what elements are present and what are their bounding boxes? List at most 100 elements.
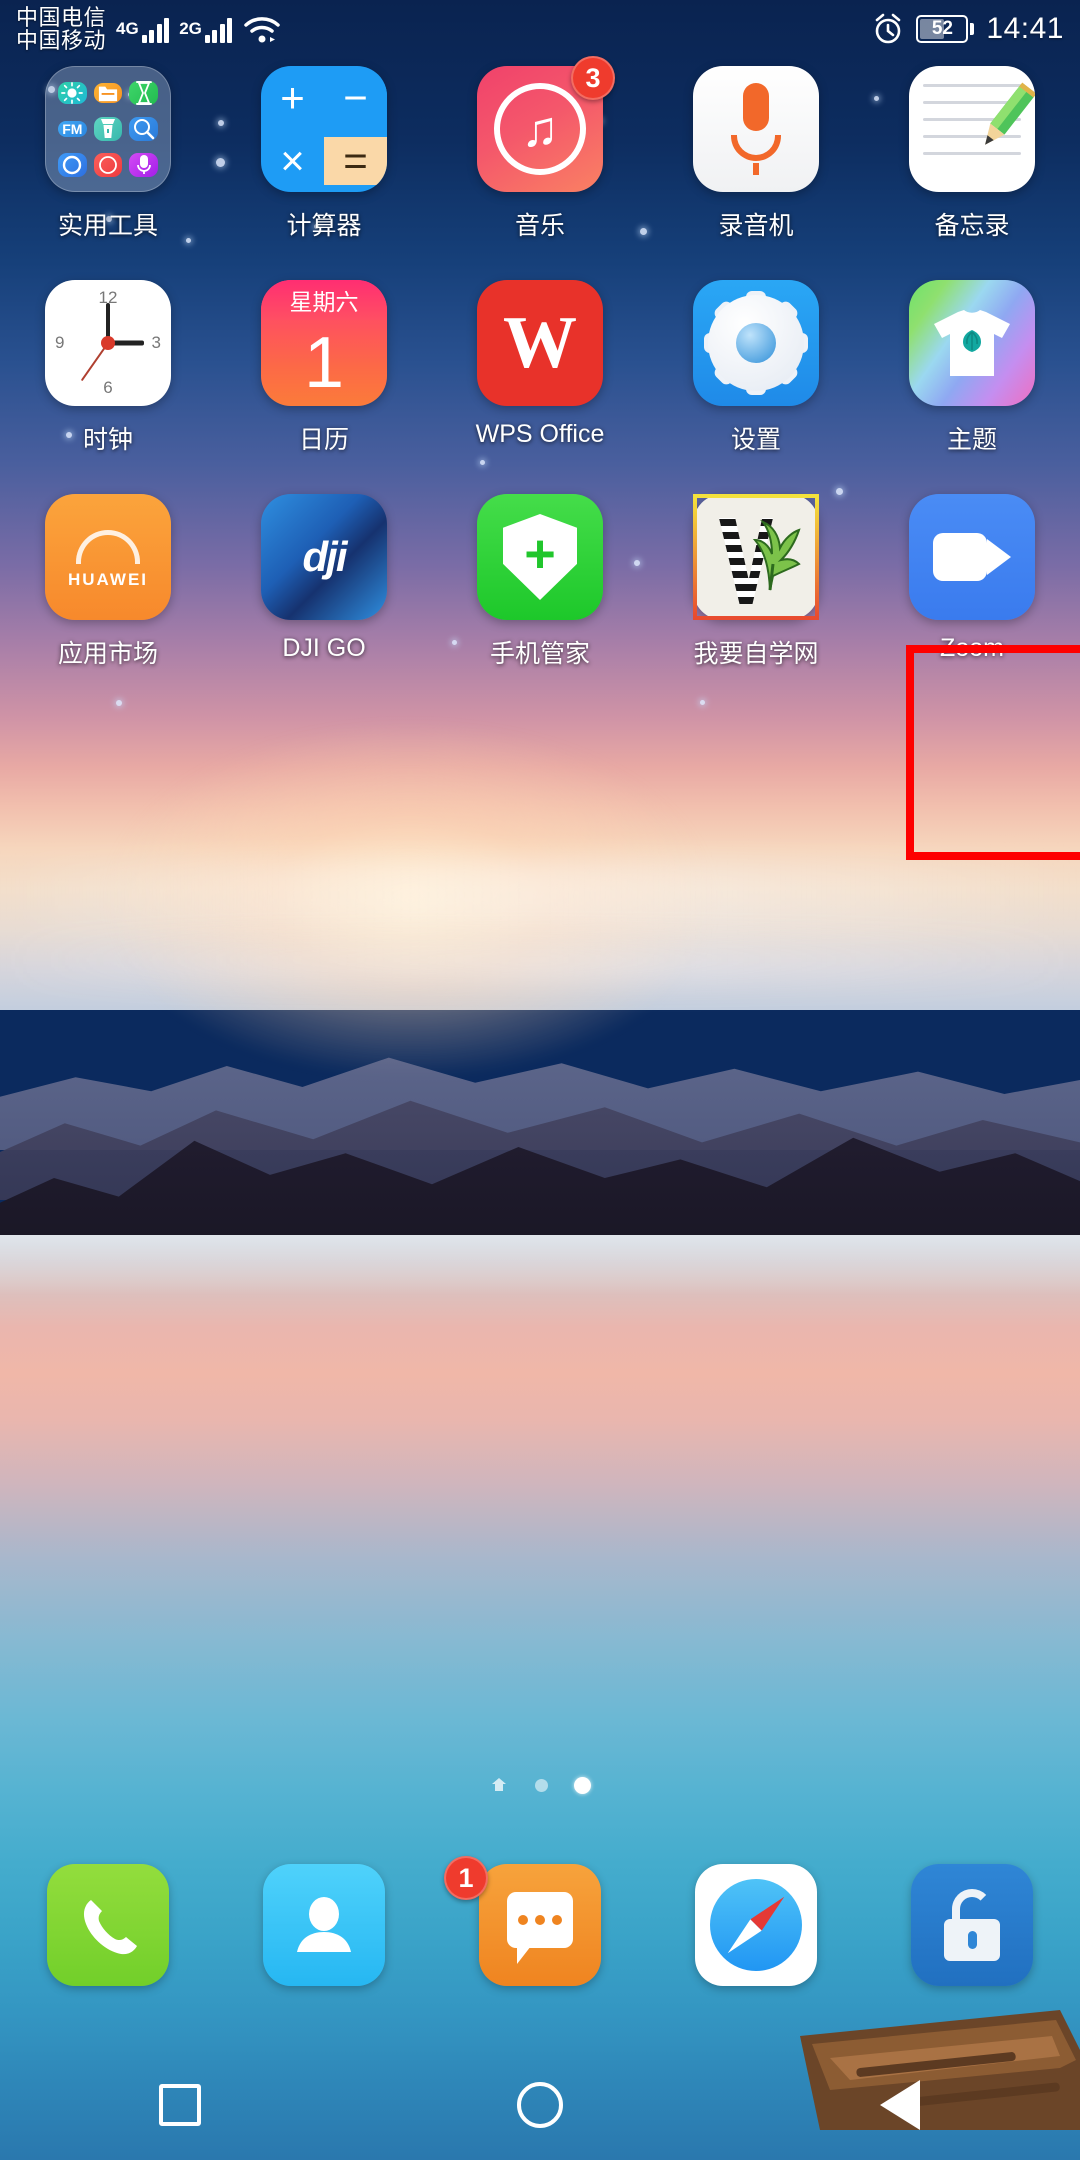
dock-item-messages[interactable]: 1 — [432, 1856, 648, 1986]
wallpaper-cloud-band — [0, 860, 1080, 930]
dock: 1 — [0, 1845, 1080, 2005]
wps-office-icon[interactable]: W — [477, 280, 603, 406]
safari-compass-icon — [93, 152, 123, 177]
back-triangle-icon — [880, 2080, 920, 2130]
app-label: 日历 — [298, 426, 349, 454]
page-dot-home[interactable] — [489, 1775, 509, 1795]
app-label: 设置 — [730, 426, 781, 454]
app-item-recorder[interactable]: 录音机 — [648, 66, 864, 242]
app-item-calculator[interactable]: + − × = 计算器 — [216, 66, 432, 242]
clock-numeral-6: 6 — [103, 378, 113, 397]
carrier-1-label: 中国电信 — [16, 4, 107, 30]
dock-item-phone[interactable] — [0, 1864, 216, 1986]
voice-recorder-icon[interactable] — [693, 66, 819, 192]
battery-indicator: 52 — [916, 15, 975, 43]
sim1-signal: 4G — [116, 15, 170, 43]
message-bubble-icon[interactable] — [479, 1864, 601, 1986]
clock-numeral-3: 3 — [151, 333, 161, 352]
calendar-weekday-label: 星期六 — [261, 280, 387, 320]
folder-utilities-icon[interactable]: FM — [45, 66, 171, 192]
clock-numeral-9: 9 — [55, 333, 65, 352]
calculator-icon[interactable]: + − × = — [261, 66, 387, 192]
carrier-2-label: 中国移动 — [16, 28, 107, 53]
app-item-appgallery[interactable]: HUAWEI 应用市场 — [0, 494, 216, 670]
browser-compass-icon[interactable] — [695, 1864, 817, 1986]
app-label: DJI GO — [282, 634, 366, 662]
home-button[interactable] — [485, 2050, 595, 2160]
app-item-phone-manager[interactable]: + 手机管家 — [432, 494, 648, 670]
app-item-settings[interactable]: 设置 — [648, 280, 864, 456]
back-button[interactable] — [845, 2050, 955, 2160]
dock-item-lock[interactable] — [864, 1864, 1080, 1986]
settings-gear-icon[interactable] — [693, 280, 819, 406]
calendar-day-label: 1 — [303, 323, 345, 403]
signal-bars-icon — [204, 15, 233, 43]
fm-radio-icon: FM — [58, 120, 87, 137]
wps-letter: W — [503, 301, 577, 384]
clock-icon[interactable]: 12 3 6 9 — [45, 280, 171, 406]
wallpaper-water-shine — [0, 1235, 1080, 1295]
mic-icon — [129, 152, 158, 177]
app-item-dji-go[interactable]: dji DJI GO — [216, 494, 432, 670]
page-indicator[interactable] — [0, 1775, 1080, 1795]
app-item-calendar[interactable]: 星期六 1 日历 — [216, 280, 432, 456]
app-label: 手机管家 — [489, 640, 590, 668]
recents-button[interactable] — [125, 2050, 235, 2160]
app-row: HUAWEI 应用市场 dji DJI GO + 手机管家 我要自学网 Zoom — [0, 494, 1080, 670]
contacts-person-icon[interactable] — [263, 1864, 385, 1986]
tshirt-icon — [934, 310, 1010, 376]
phone-handset-icon[interactable] — [47, 1864, 169, 1986]
self-study-net-icon[interactable] — [693, 494, 819, 620]
app-label: 时钟 — [82, 426, 133, 454]
battery-percent-label: 52 — [931, 18, 953, 39]
themes-icon[interactable] — [909, 280, 1035, 406]
alarm-clock-icon — [876, 13, 901, 44]
huawei-wordmark: HUAWEI — [68, 570, 148, 589]
app-item-wps-office[interactable]: W WPS Office — [432, 280, 648, 456]
huawei-appgallery-icon[interactable]: HUAWEI — [45, 494, 171, 620]
notes-icon[interactable] — [909, 66, 1035, 192]
app-label: 主题 — [946, 426, 997, 454]
notification-badge: 1 — [444, 1856, 488, 1900]
page-dot[interactable] — [535, 1778, 548, 1792]
padlock-icon[interactable] — [911, 1864, 1033, 1986]
status-bar[interactable]: 中国电信 中国移动 4G 2G 52 14:41 — [0, 0, 1080, 58]
app-label: 应用市场 — [57, 640, 158, 668]
home-screen-app-grid: FM 实用工具 + − × = 计算器 ♫ 3 音乐 录音机 备忘录 12 3 … — [0, 56, 1080, 670]
app-item-music[interactable]: ♫ 3 音乐 — [432, 56, 648, 242]
app-label: 我要自学网 — [693, 640, 819, 668]
flashlight-icon — [93, 116, 123, 141]
magnifier-icon — [129, 116, 158, 141]
brightness-icon — [58, 82, 87, 105]
app-label: WPS Office — [475, 420, 605, 448]
notification-badge: 3 — [571, 56, 615, 100]
dock-item-contacts[interactable] — [216, 1864, 432, 1986]
dock-item-browser[interactable] — [648, 1864, 864, 1986]
dji-wordmark: dji — [302, 533, 348, 580]
app-label: 备忘录 — [934, 212, 1010, 240]
file-manager-icon — [93, 83, 123, 104]
app-row: FM 实用工具 + − × = 计算器 ♫ 3 音乐 录音机 备忘录 — [0, 56, 1080, 242]
app-item-notes[interactable]: 备忘录 — [864, 66, 1080, 242]
recents-square-icon — [159, 2084, 201, 2126]
carrier-names: 中国电信 中国移动 — [16, 6, 106, 52]
page-dot-active[interactable] — [574, 1776, 591, 1794]
network-type-1-label: 4G — [116, 19, 139, 38]
leaf-icon — [752, 519, 801, 591]
hourglass-icon — [129, 81, 158, 106]
phone-manager-icon[interactable]: + — [477, 494, 603, 620]
app-label: 计算器 — [286, 212, 362, 240]
dji-go-icon[interactable]: dji — [261, 494, 387, 620]
app-label: 录音机 — [718, 212, 794, 240]
app-item-clock[interactable]: 12 3 6 9 时钟 — [0, 280, 216, 456]
app-item-zoom[interactable]: Zoom — [864, 494, 1080, 670]
status-bar-clock: 14:41 — [986, 12, 1064, 45]
zoom-video-icon[interactable] — [909, 494, 1035, 620]
network-type-2-label: 2G — [179, 19, 202, 38]
calendar-icon[interactable]: 星期六 1 — [261, 280, 387, 406]
app-item-self-study[interactable]: 我要自学网 — [648, 494, 864, 670]
app-item-utilities-folder[interactable]: FM 实用工具 — [0, 66, 216, 242]
home-circle-icon — [517, 2082, 563, 2128]
app-item-themes[interactable]: 主题 — [864, 280, 1080, 456]
sim2-signal: 2G — [179, 15, 233, 43]
